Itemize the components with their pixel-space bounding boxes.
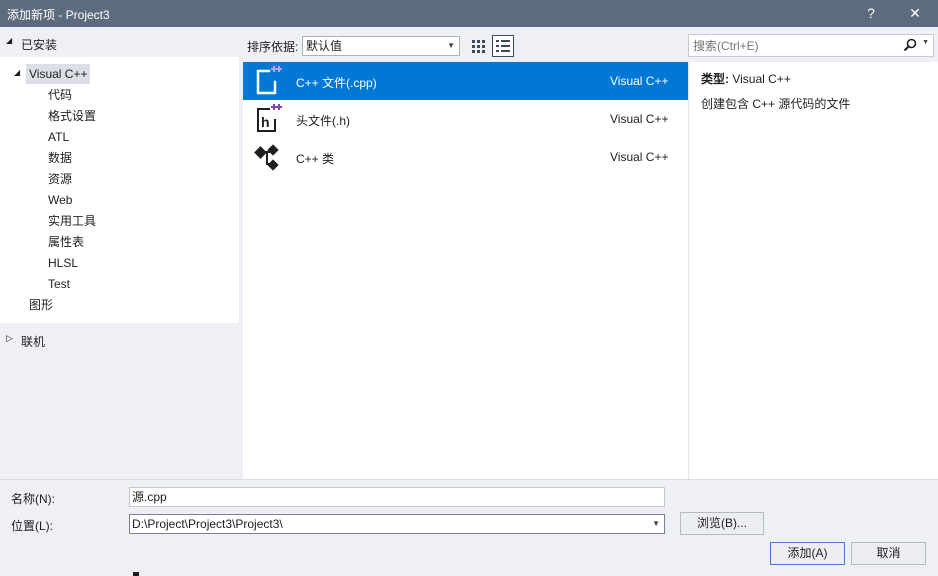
collapsed-arrow-icon[interactable]: ▷ [6, 333, 13, 344]
type-label: 类型: [701, 72, 729, 86]
template-detail-pane: 类型: Visual C++ 创建包含 C++ 源代码的文件 [688, 62, 938, 479]
tree-item-property-sheets[interactable]: 属性表 [48, 232, 84, 252]
template-type: 类型: Visual C++ [701, 70, 791, 87]
search-icon[interactable] [903, 38, 917, 52]
template-language: Visual C++ [610, 112, 669, 126]
name-field[interactable]: 源.cpp [129, 487, 665, 507]
grid-view-icon [472, 40, 485, 53]
dropdown-arrow-icon: ▼ [447, 41, 455, 50]
installed-label: 已安装 [21, 38, 58, 52]
expanded-arrow-icon[interactable]: ◢ [14, 68, 20, 77]
template-language: Visual C++ [610, 74, 669, 88]
template-item-cpp-class[interactable]: C++ 类 Visual C++ [243, 138, 688, 176]
list-view-icon [496, 40, 510, 52]
small-icons-view-button[interactable] [467, 35, 489, 57]
resize-grip [133, 572, 139, 576]
help-button[interactable]: ? [859, 3, 883, 23]
cancel-button[interactable]: 取消 [851, 542, 926, 565]
sort-value: 默认值 [306, 39, 343, 53]
bottom-form: 名称(N): 源.cpp 位置(L): D:\Project\Project3\… [0, 479, 938, 576]
dropdown-arrow-icon[interactable]: ▼ [652, 515, 660, 533]
online-section-header[interactable]: ▷ 联机 [0, 324, 239, 354]
tree-item-data[interactable]: 数据 [48, 148, 72, 168]
title-bar: 添加新项 - Project3 ? ✕ [0, 0, 938, 27]
expanded-arrow-icon[interactable]: ◢ [6, 36, 12, 45]
tree-item-formatting[interactable]: 格式设置 [48, 106, 96, 126]
template-item-cpp-file[interactable]: C++ 文件(.cpp) Visual C++ [243, 62, 688, 100]
sort-dropdown[interactable]: 默认值 ▼ [302, 36, 460, 56]
svg-text:h: h [261, 114, 270, 130]
browse-button[interactable]: 浏览(B)... [680, 512, 764, 535]
cpp-class-icon [254, 144, 279, 171]
template-list: C++ 文件(.cpp) Visual C++ h 头文件(.h) Visual… [243, 62, 688, 479]
search-options-dropdown-icon[interactable]: ▼ [922, 39, 929, 46]
tree-item-test[interactable]: Test [48, 274, 70, 294]
window-title: 添加新项 - Project3 [7, 8, 110, 22]
type-value: Visual C++ [732, 72, 791, 86]
tree-item-visual-cpp[interactable]: Visual C++ [26, 64, 91, 84]
location-value: D:\Project\Project3\Project3\ [132, 517, 283, 531]
template-description: 创建包含 C++ 源代码的文件 [701, 97, 851, 111]
template-name: 头文件(.h) [296, 114, 351, 128]
template-item-header-file[interactable]: h 头文件(.h) Visual C++ [243, 100, 688, 138]
name-value: 源.cpp [132, 490, 167, 504]
location-combobox[interactable]: D:\Project\Project3\Project3\ ▼ [129, 514, 665, 534]
category-pane: ◢ 已安装 ◢ Visual C++ 代码 格式设置 ATL 数据 资源 Web… [0, 27, 239, 479]
close-button[interactable]: ✕ [903, 3, 927, 23]
name-label: 名称(N): [11, 492, 55, 506]
tree-item-web[interactable]: Web [48, 190, 72, 210]
installed-section-header[interactable]: ◢ 已安装 [0, 27, 239, 57]
tree-item-atl[interactable]: ATL [48, 127, 69, 147]
tree-item-code[interactable]: 代码 [48, 85, 72, 105]
template-name: C++ 类 [296, 152, 335, 166]
tree-item-hlsl[interactable]: HLSL [48, 253, 78, 273]
tree-item-resources[interactable]: 资源 [48, 169, 72, 189]
search-box[interactable]: ▼ [688, 34, 934, 57]
template-language: Visual C++ [610, 150, 669, 164]
sort-toolbar: 排序依据: 默认值 ▼ [239, 33, 688, 58]
sort-label: 排序依据: [247, 40, 299, 54]
header-file-icon: h [257, 104, 282, 132]
list-view-button[interactable] [492, 35, 514, 57]
online-label: 联机 [21, 335, 46, 349]
add-button[interactable]: 添加(A) [770, 542, 845, 565]
cpp-file-icon [256, 66, 282, 95]
search-input[interactable] [689, 35, 889, 56]
category-tree: ◢ Visual C++ 代码 格式设置 ATL 数据 资源 Web 实用工具 … [0, 57, 239, 323]
tree-item-utilities[interactable]: 实用工具 [48, 211, 96, 231]
template-name: C++ 文件(.cpp) [296, 76, 377, 90]
tree-item-graphics[interactable]: 图形 [29, 295, 53, 315]
location-label: 位置(L): [11, 519, 54, 533]
